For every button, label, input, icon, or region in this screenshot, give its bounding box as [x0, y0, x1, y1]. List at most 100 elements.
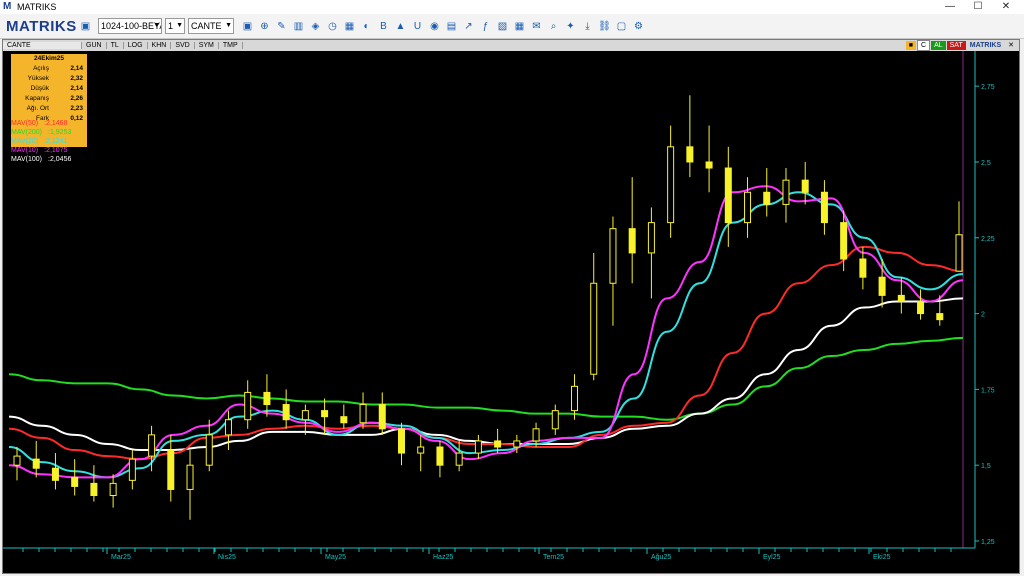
news-icon[interactable]: ✉ [529, 19, 544, 34]
grid-icon[interactable]: ▦ [342, 19, 357, 34]
candle-body [763, 191, 771, 205]
chart-tab-svd[interactable]: SVD [171, 42, 195, 49]
candle-body [705, 161, 713, 169]
info-value: 2,14 [70, 65, 83, 72]
candle-body [378, 404, 386, 430]
chart-tab-log[interactable]: LOG [124, 42, 148, 49]
brand-logo: MATRIKS [6, 17, 77, 35]
candle-body [436, 446, 444, 466]
magnet-icon[interactable]: U [410, 19, 425, 34]
x-tick-label: May25 [325, 554, 346, 561]
close-chart-icon[interactable]: ✕ [1005, 41, 1017, 50]
draw-icon[interactable]: ✎ [274, 19, 289, 34]
candle-body [340, 416, 348, 424]
chart-type-icon[interactable]: ▥ [291, 19, 306, 34]
chart-tab-tmp[interactable]: TMP [219, 42, 243, 49]
info-value: 2,14 [70, 85, 83, 92]
candle-body [474, 440, 482, 454]
legend-label: MAV(100) [11, 156, 42, 163]
window-icon[interactable]: ▢ [614, 19, 629, 34]
y-tick-label: 1,5 [981, 463, 991, 470]
candle-body [71, 476, 79, 487]
chart-tab-khn[interactable]: KHN [148, 42, 172, 49]
symbol-select[interactable]: CANTE ▼ [188, 18, 234, 34]
bold-icon[interactable]: B [376, 19, 391, 34]
candle-body [301, 410, 309, 421]
clock-icon[interactable]: ◷ [325, 19, 340, 34]
layout-select[interactable]: 1024-100-BEYA ▼ [98, 18, 162, 34]
lock-icon[interactable]: ■ [905, 41, 917, 50]
zoom-icon[interactable]: ⊕ [257, 19, 272, 34]
info-row: Düşük 2,14 [11, 84, 87, 94]
price-chart[interactable]: 2,75 2,5 2,25 2 1,75 1,5 1,25 Mar25 Nis25 May25 Ha… [3, 51, 1019, 572]
link-icon[interactable]: ⛓ [597, 19, 612, 34]
legend-value: :2,0456 [48, 156, 72, 163]
candle-body [820, 191, 828, 224]
info-value: 2,26 [70, 95, 83, 102]
candle-body [397, 428, 405, 454]
info-value: 2,23 [70, 105, 83, 112]
chart-tab-gun[interactable]: GUN [82, 42, 107, 49]
y-tick-label: 1,75 [981, 387, 995, 394]
candle-body [840, 222, 848, 260]
legend-item: MAV(20):2,1241 [11, 137, 71, 146]
y-tick-label: 2,75 [981, 84, 995, 91]
ma-line-mav200 [8, 336, 964, 421]
legend-item: MAV(100) :2,0456 [11, 155, 71, 164]
candle-body [724, 167, 732, 224]
x-tick-label: Eyl25 [763, 554, 781, 561]
twitter-icon[interactable]: ✦ [563, 19, 578, 34]
legend-label: MAV(10) [11, 147, 39, 154]
bar-icon[interactable]: ▤ [444, 19, 459, 34]
main-toolbar: MATRIKS ▣ 1024-100-BEYA ▼ 1 ▼ CANTE ▼ ▣ ⊕ ✎ ▥ ◈… [0, 14, 1024, 39]
export-icon[interactable]: ⤓ [580, 19, 595, 34]
legend-value: :1,9253 [48, 129, 72, 136]
y-tick-label: 2,5 [981, 160, 991, 167]
candle-body [590, 282, 598, 375]
chart-tab-tl[interactable]: TL [107, 42, 124, 49]
settings-icon[interactable]: ⚙ [631, 19, 646, 34]
moving-average-legend: MAV(50):2,1468 MAV(200):1,9253 MAV(20):2,1… [11, 119, 71, 164]
color-icon[interactable]: ◐ [359, 19, 374, 34]
maximize-button[interactable]: ☐ [964, 0, 992, 14]
c-button[interactable]: C [917, 40, 931, 51]
chart-tab-sym[interactable]: SYM [195, 42, 219, 49]
info-row: Ağı. Ort 2,23 [11, 104, 87, 114]
candle-body [936, 313, 944, 321]
legend-item: MAV(50):2,1468 [11, 119, 71, 128]
buy-button[interactable]: AL [931, 41, 946, 50]
template-icon[interactable]: ▧ [495, 19, 510, 34]
chart-window: CANTE GUN TL LOG KHN SVD SYM TMP ■ C AL SAT MA… [2, 39, 1020, 574]
formula-icon[interactable]: ƒ [478, 19, 493, 34]
candle-body [686, 146, 694, 163]
candle-body [13, 455, 21, 466]
toolbar-icons: ▣ ⊕ ✎ ▥ ◈ ◷ ▦ ◐ B ▲ U ◉ ▤ ↗ ƒ ▧ ▦ ✉ ⌕ ✦ ⤓ ⛓ ▢ ⚙ [240, 19, 648, 34]
save-icon[interactable]: ▣ [240, 19, 255, 34]
indicator-icon[interactable]: ◈ [308, 19, 323, 34]
trend-icon[interactable]: ↗ [461, 19, 476, 34]
chart-symbol-tab[interactable]: CANTE [3, 42, 82, 49]
candle-body [513, 440, 521, 448]
x-tick-label: Eki25 [873, 554, 891, 561]
table-icon[interactable]: ▦ [512, 19, 527, 34]
y-tick-label: 2,25 [981, 236, 995, 243]
scan-icon[interactable]: ⌕ [546, 19, 561, 34]
save-icon[interactable]: ▣ [78, 19, 93, 34]
globe-icon[interactable]: ◉ [427, 19, 442, 34]
legend-item: MAV(200):1,9253 [11, 128, 71, 137]
candle-body [955, 234, 963, 272]
x-tick-label: Tem25 [543, 554, 564, 561]
alert-icon[interactable]: ▲ [393, 19, 408, 34]
close-button[interactable]: ✕ [992, 0, 1020, 14]
sell-button[interactable]: SAT [946, 41, 966, 50]
window-title: MATRIKS [17, 2, 57, 12]
candle-body [609, 228, 617, 284]
ma-line-mav100 [8, 297, 964, 452]
candle-body [90, 482, 98, 497]
candle-body [494, 440, 502, 448]
legend-value: :2,1468 [44, 120, 68, 127]
candle-body [878, 276, 886, 296]
candle-body [917, 300, 925, 315]
minimize-button[interactable]: — [936, 0, 964, 14]
number-select[interactable]: 1 ▼ [165, 18, 185, 34]
